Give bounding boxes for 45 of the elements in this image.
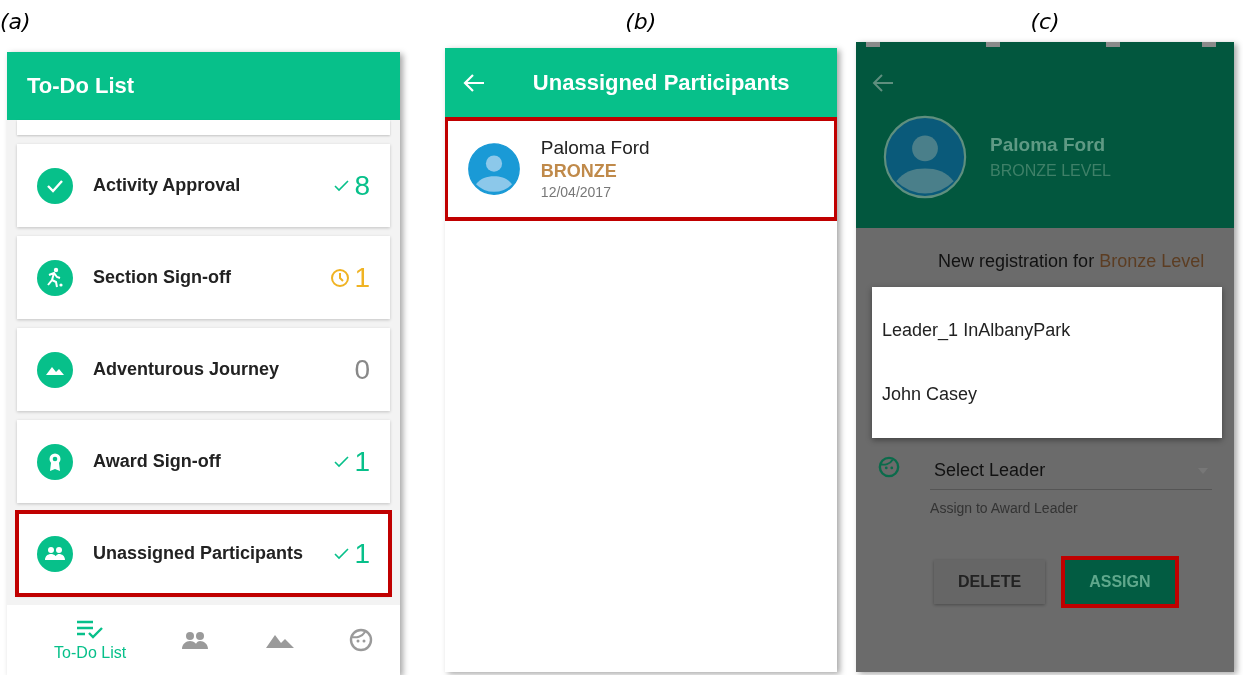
screen-title: Unassigned Participants [532,70,790,96]
registration-text: New registration for Bronze Level [938,250,1206,272]
runner-icon [37,259,73,296]
leader-dropdown[interactable]: Select Leader [930,456,1213,490]
todo-label: Adventurous Journey [93,359,281,380]
menu-item[interactable]: John Casey [882,384,1213,405]
todo-card[interactable]: Section Sign-off 1 [17,236,390,319]
todo-label: Activity Approval [93,175,242,196]
screen-title: To-Do List [27,73,135,99]
avatar-icon [466,141,521,196]
participant-level: BRONZE [540,161,618,182]
nav-tab[interactable] [348,628,373,652]
face-icon [348,628,373,652]
todo-card[interactable]: Adventurous Journey 0 [17,328,390,411]
nav-tab[interactable] [180,630,211,650]
todo-card[interactable]: Activity Approval 8 [17,144,390,227]
figure-caption: (b) [625,9,657,34]
participant-date: 12/04/2017 [540,184,612,200]
checklist-icon [75,618,106,640]
participant-row[interactable]: Paloma Ford BRONZE 12/04/2017 [444,118,837,220]
todo-card[interactable]: Unassigned Participants 1 [17,512,390,595]
item-count: 1 [354,537,370,570]
todo-label: Unassigned Participants [93,543,305,564]
people-icon [180,630,211,650]
figure-caption: (c) [1030,9,1060,34]
medal-icon [37,443,73,480]
check-circle-icon [37,167,73,204]
face-icon [878,456,901,478]
participant-name: Paloma Ford [540,137,650,159]
participant-name: Paloma Ford [990,134,1107,156]
mountain-icon [37,351,73,388]
helper-text: Assign to Award Leader [930,500,1079,516]
item-count: 1 [354,261,370,294]
todo-card[interactable]: Award Sign-off 1 [17,420,390,503]
todo-label: Award Sign-off [93,451,222,472]
menu-item[interactable]: Leader_1 InAlbanyPark [882,320,1213,341]
back-arrow-icon[interactable] [872,74,895,92]
people-icon [37,535,73,572]
avatar-icon [882,114,969,200]
figure-caption: (a) [0,9,31,34]
item-count: 8 [354,169,370,202]
item-count: 0 [354,353,370,386]
participant-level: BRONZE LEVEL [990,162,1111,180]
todo-label: Section Sign-off [93,267,232,288]
item-count: 1 [354,445,370,478]
